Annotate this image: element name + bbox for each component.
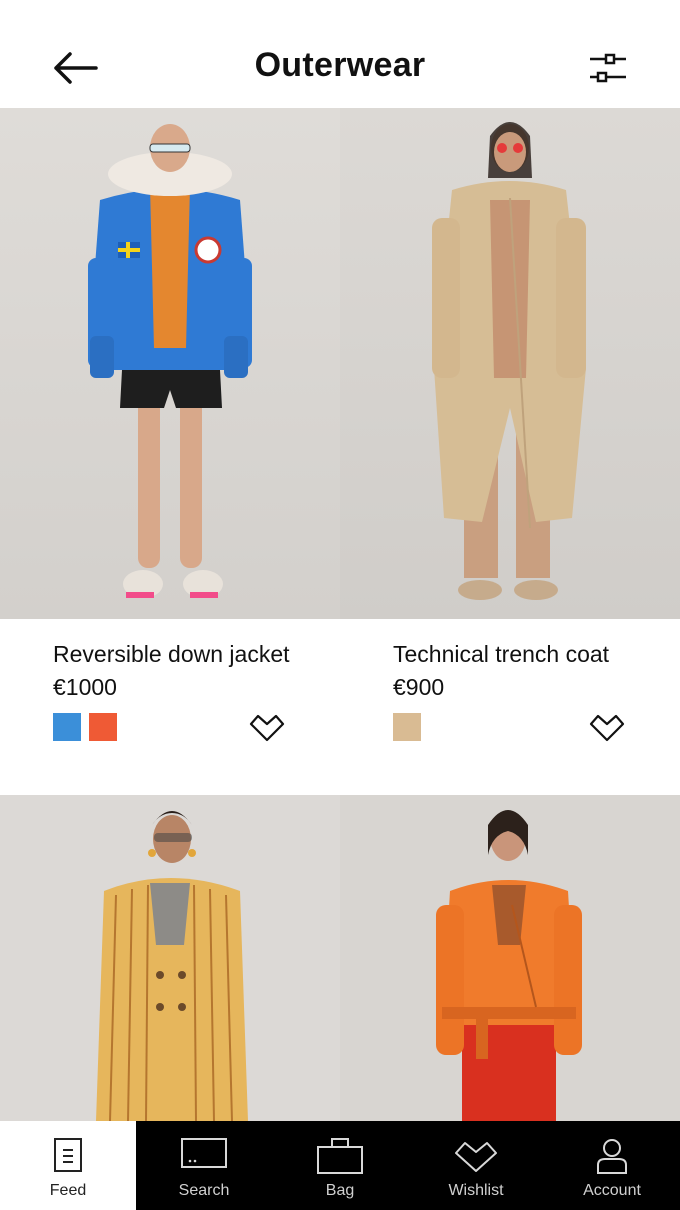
page-title: Outerwear [254, 46, 426, 84]
nav-label: Account [583, 1182, 641, 1199]
color-swatch-beige[interactable] [393, 713, 421, 741]
nav-item-search[interactable]: Search [136, 1121, 272, 1210]
wishlist-button[interactable] [588, 710, 626, 744]
nav-item-feed[interactable]: Feed [0, 1121, 136, 1210]
product-name[interactable]: Technical trench coat [393, 641, 609, 668]
heart-outline-icon [249, 714, 285, 742]
model-beige-trench-coat [340, 108, 680, 619]
sliders-icon [590, 53, 626, 83]
account-icon [597, 1139, 627, 1174]
product-name[interactable]: Reversible down jacket [53, 641, 290, 668]
product-price: €1000 [53, 674, 117, 700]
product-image[interactable] [0, 108, 340, 619]
nav-item-account[interactable]: Account [544, 1121, 680, 1210]
product-image[interactable] [0, 795, 340, 1121]
color-swatch-blue[interactable] [53, 713, 81, 741]
feed-icon [54, 1138, 82, 1172]
nav-item-bag[interactable]: Bag [272, 1121, 408, 1210]
app-header: Outerwear [0, 0, 680, 108]
wishlist-icon [455, 1142, 497, 1172]
filter-button[interactable] [586, 50, 630, 86]
product-image[interactable] [340, 795, 680, 1121]
bag-icon [317, 1138, 363, 1174]
model-yellow-striped-coat [0, 795, 340, 1121]
search-icon [181, 1138, 227, 1168]
wishlist-button[interactable] [248, 710, 286, 744]
nav-label: Feed [49, 1182, 87, 1199]
nav-label: Search [178, 1182, 230, 1199]
color-swatches [393, 713, 421, 741]
color-swatch-orange[interactable] [89, 713, 117, 741]
color-swatches [53, 713, 117, 741]
model-blue-puffer-jacket [0, 108, 340, 619]
heart-outline-icon [589, 714, 625, 742]
nav-item-wishlist[interactable]: Wishlist [408, 1121, 544, 1210]
product-image[interactable] [340, 108, 680, 619]
nav-label: Wishlist [448, 1182, 504, 1199]
bottom-nav: Feed Search Bag Wishlist Account [0, 1121, 680, 1210]
model-orange-leather-jacket [340, 795, 680, 1121]
nav-label: Bag [325, 1182, 355, 1199]
product-price: €900 [393, 674, 445, 700]
